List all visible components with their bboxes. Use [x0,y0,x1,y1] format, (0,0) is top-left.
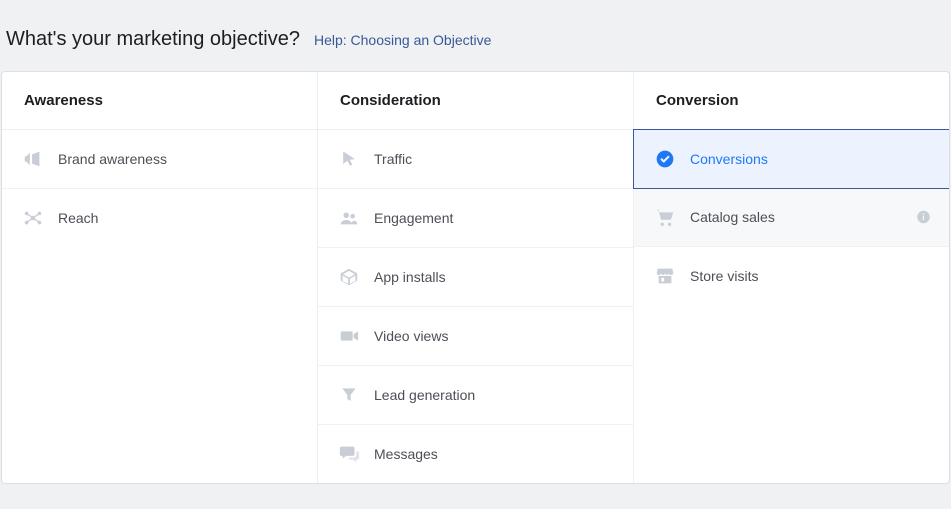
column-header-consideration: Consideration [318,72,633,130]
funnel-icon [338,384,360,406]
header: What's your marketing objective? Help: C… [0,0,951,71]
objective-app-installs[interactable]: App installs [318,248,633,307]
store-icon [654,265,676,287]
objective-messages[interactable]: Messages [318,425,633,483]
objective-label: Store visits [690,268,758,284]
objective-catalog-sales[interactable]: Catalog sales [634,188,949,247]
people-icon [338,207,360,229]
objective-video-views[interactable]: Video views [318,307,633,366]
objective-label: Reach [58,210,98,226]
objective-reach[interactable]: Reach [2,189,317,247]
objective-lead-generation[interactable]: Lead generation [318,366,633,425]
column-conversion: Conversion Conversions Catalog sales [634,72,949,483]
page-title: What's your marketing objective? [6,28,300,51]
box-icon [338,266,360,288]
objective-label: Video views [374,328,448,344]
cart-icon [654,206,676,228]
objective-label: Catalog sales [690,209,775,225]
reach-icon [22,207,44,229]
objective-label: Engagement [374,210,453,226]
column-awareness: Awareness Brand awareness Reach [2,72,318,483]
objective-conversions[interactable]: Conversions [633,129,950,189]
objective-label: Lead generation [374,387,475,403]
video-icon [338,325,360,347]
objective-engagement[interactable]: Engagement [318,189,633,248]
objective-label: Brand awareness [58,151,167,167]
column-consideration: Consideration Traffic Engagement [318,72,634,483]
objective-label: App installs [374,269,446,285]
objective-label: Messages [374,446,438,462]
column-header-conversion: Conversion [634,72,949,130]
check-circle-icon [654,148,676,170]
objective-label: Conversions [690,151,768,167]
objective-panel: Awareness Brand awareness Reach Consider… [1,71,950,484]
objective-label: Traffic [374,151,412,167]
help-link[interactable]: Help: Choosing an Objective [314,32,491,48]
info-icon[interactable] [916,210,931,225]
objective-traffic[interactable]: Traffic [318,130,633,189]
objective-brand-awareness[interactable]: Brand awareness [2,130,317,189]
cursor-icon [338,148,360,170]
megaphone-icon [22,148,44,170]
messages-icon [338,443,360,465]
objective-store-visits[interactable]: Store visits [634,247,949,305]
column-header-awareness: Awareness [2,72,317,130]
